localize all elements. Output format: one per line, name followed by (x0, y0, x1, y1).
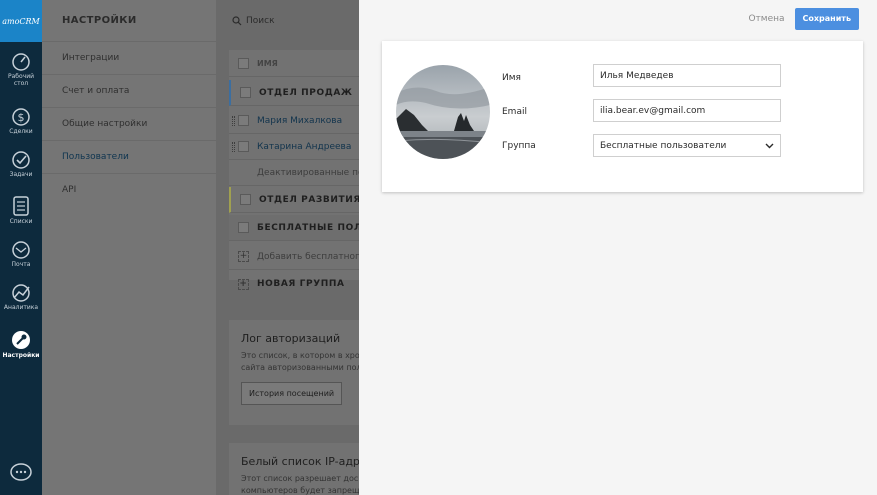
ip-whitelist-desc-2: компьютеров будет запрещ (241, 486, 359, 495)
email-field[interactable] (593, 99, 781, 122)
rail-item-mail[interactable]: Почта (0, 240, 42, 268)
search-icon (232, 15, 242, 25)
rail-item-tasks[interactable]: Задачи (0, 150, 42, 178)
group-checkbox[interactable] (240, 194, 251, 205)
svg-text:$: $ (18, 111, 25, 124)
speedometer-icon (12, 53, 30, 71)
auth-log-card: Лог авторизаций Это список, в котором в … (229, 320, 359, 425)
settings-wrench-icon (12, 331, 30, 349)
rail-label-tasks: Задачи (9, 171, 33, 178)
email-label: Email (502, 107, 527, 117)
group-row-free-users[interactable]: БЕСПЛАТНЫЕ ПОЛЬЗ (229, 215, 359, 241)
user-edit-card: Имя Email Группа Бесплатные пользователи (382, 41, 863, 192)
group-name: ОТДЕЛ РАЗВИТИЯ (259, 194, 359, 205)
auth-log-desc-2: сайта авторизованными пол (241, 363, 359, 372)
new-group-label: НОВАЯ ГРУППА (257, 279, 345, 289)
ip-whitelist-desc-1: Этот список разрешает дос (241, 474, 359, 483)
name-field[interactable] (593, 64, 781, 87)
settings-item-general[interactable]: Общие настройки (42, 107, 216, 140)
table-header-row: ИМЯ (229, 51, 359, 77)
rail-label-lists: Списки (9, 218, 33, 225)
email-input[interactable] (600, 105, 774, 116)
rail-label-dashboard: Рабочий стол (7, 73, 34, 87)
user-checkbox[interactable] (238, 115, 249, 126)
group-row-development[interactable]: ОТДЕЛ РАЗВИТИЯ (229, 187, 359, 213)
ip-whitelist-title: Белый список IP-адрес (241, 455, 359, 468)
settings-item-billing[interactable]: Счет и оплата (42, 74, 216, 107)
add-free-user-label: Добавить бесплатного п (257, 251, 359, 262)
drag-handle[interactable] (232, 115, 235, 126)
name-input[interactable] (600, 70, 774, 81)
group-name: ОТДЕЛ ПРОДАЖ (259, 87, 353, 98)
group-name: БЕСПЛАТНЫЕ ПОЛЬЗ (257, 222, 359, 233)
user-name: Катарина Андреева (257, 141, 352, 152)
dollar-icon: $ (12, 108, 30, 126)
visit-history-button[interactable]: История посещений (241, 382, 343, 405)
group-checkbox[interactable] (238, 222, 249, 233)
amocrm-logo[interactable]: amoCRM (0, 0, 42, 42)
settings-item-users[interactable]: Пользователи (42, 140, 216, 173)
list-icon (13, 196, 29, 216)
rail-item-analytics[interactable]: Аналитика (0, 283, 42, 311)
rail-label-deals: Сделки (9, 128, 33, 135)
users-list-area: Поиск ИМЯ ОТДЕЛ ПРОДАЖ 2 п Мария Михалко… (216, 0, 359, 495)
settings-item-integrations[interactable]: Интеграции (42, 41, 216, 74)
logo-text: amoCRM (2, 16, 40, 26)
rail-label-mail: Почта (11, 261, 31, 268)
settings-title: НАСТРОЙКИ (62, 15, 137, 26)
auth-log-desc-1: Это список, в котором в хро (241, 351, 359, 360)
avatar-photo (396, 65, 490, 159)
rail-item-deals[interactable]: $ Сделки (0, 107, 42, 135)
mail-icon (12, 241, 30, 259)
user-row[interactable]: Катарина Андреева (229, 134, 359, 160)
group-label: Группа (502, 141, 536, 151)
cancel-button[interactable]: Отмена (748, 14, 784, 24)
chat-icon[interactable] (9, 462, 33, 484)
search-placeholder: Поиск (246, 15, 275, 26)
select-all-checkbox[interactable] (238, 58, 249, 69)
main-navigation-rail: amoCRM Рабочий стол $ Сделки Задачи Спис… (0, 0, 42, 495)
checkmark-icon (12, 151, 30, 169)
edit-user-panel: Отмена Сохранить Имя Илья Медведев Email… (359, 0, 877, 495)
settings-navigation: НАСТРОЙКИ Интеграции Счет и оплата Общие… (42, 0, 216, 495)
chevron-down-icon (765, 143, 774, 148)
user-row[interactable]: Мария Михалкова (229, 108, 359, 134)
rail-item-lists[interactable]: Списки (0, 195, 42, 225)
add-free-user-button[interactable]: + Добавить бесплатного п (229, 244, 359, 270)
user-checkbox[interactable] (238, 141, 249, 152)
new-group-button[interactable]: + НОВАЯ ГРУППА (229, 271, 359, 297)
column-name-header: ИМЯ (257, 59, 278, 68)
rail-item-dashboard[interactable]: Рабочий стол (0, 52, 42, 87)
save-button[interactable]: Сохранить (794, 8, 859, 30)
rail-label-settings: Настройки (2, 352, 40, 359)
rail-item-settings[interactable]: Настройки (0, 329, 42, 359)
group-row-sales[interactable]: ОТДЕЛ ПРОДАЖ 2 п (229, 80, 359, 106)
user-avatar[interactable] (396, 65, 490, 159)
group-checkbox[interactable] (240, 87, 251, 98)
analytics-icon (12, 284, 30, 302)
group-select[interactable]: Бесплатные пользователи (593, 134, 781, 157)
drag-handle[interactable] (232, 141, 235, 152)
name-label: Имя (502, 73, 521, 83)
settings-item-api[interactable]: API (42, 173, 216, 206)
rail-label-analytics: Аналитика (3, 304, 39, 311)
users-search[interactable]: Поиск (216, 0, 359, 41)
plus-icon: + (238, 251, 249, 262)
ip-whitelist-card: Белый список IP-адрес Этот список разреш… (229, 443, 359, 495)
auth-log-title: Лог авторизаций (241, 332, 341, 345)
panel-actions: Отмена Сохранить (748, 8, 859, 30)
deactivated-users-link[interactable]: Деактивированные поль (229, 160, 359, 186)
group-select-value: Бесплатные пользователи (600, 140, 727, 151)
plus-icon: + (238, 278, 249, 290)
user-name: Мария Михалкова (257, 115, 343, 126)
